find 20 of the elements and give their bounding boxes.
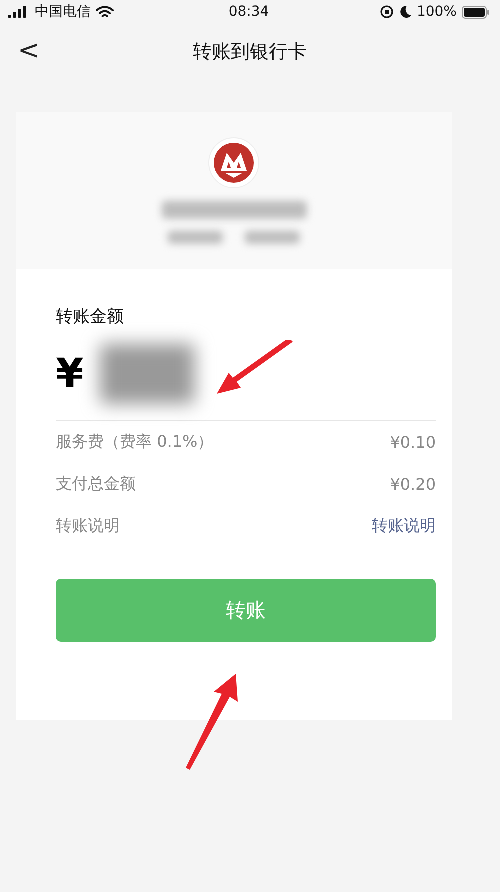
blurred-card-number (245, 231, 300, 244)
detail-label: 转账说明 (56, 516, 120, 536)
detail-label: 服务费（费率 0.1%） (56, 432, 214, 452)
blurred-account-name (168, 231, 223, 244)
wifi-icon (96, 6, 114, 18)
bank-logo-icon (208, 137, 260, 189)
currency-symbol: ¥ (56, 351, 84, 397)
amount-label: 转账金额 (56, 306, 125, 328)
back-button[interactable]: < (12, 36, 46, 66)
battery-icon (462, 6, 490, 18)
carrier-name: 中国电信 (35, 3, 91, 21)
clock-time: 08:34 (228, 4, 270, 20)
detail-value: ¥0.20 (390, 474, 436, 494)
rotation-lock-icon (380, 5, 394, 19)
detail-label: 支付总金额 (56, 474, 136, 494)
explanation-link[interactable]: 转账说明 (372, 516, 436, 536)
detail-value: ¥0.10 (390, 432, 436, 452)
page-title: 转账到银行卡 (193, 40, 307, 65)
moon-icon (398, 5, 412, 19)
battery-percent: 100% (416, 4, 457, 20)
